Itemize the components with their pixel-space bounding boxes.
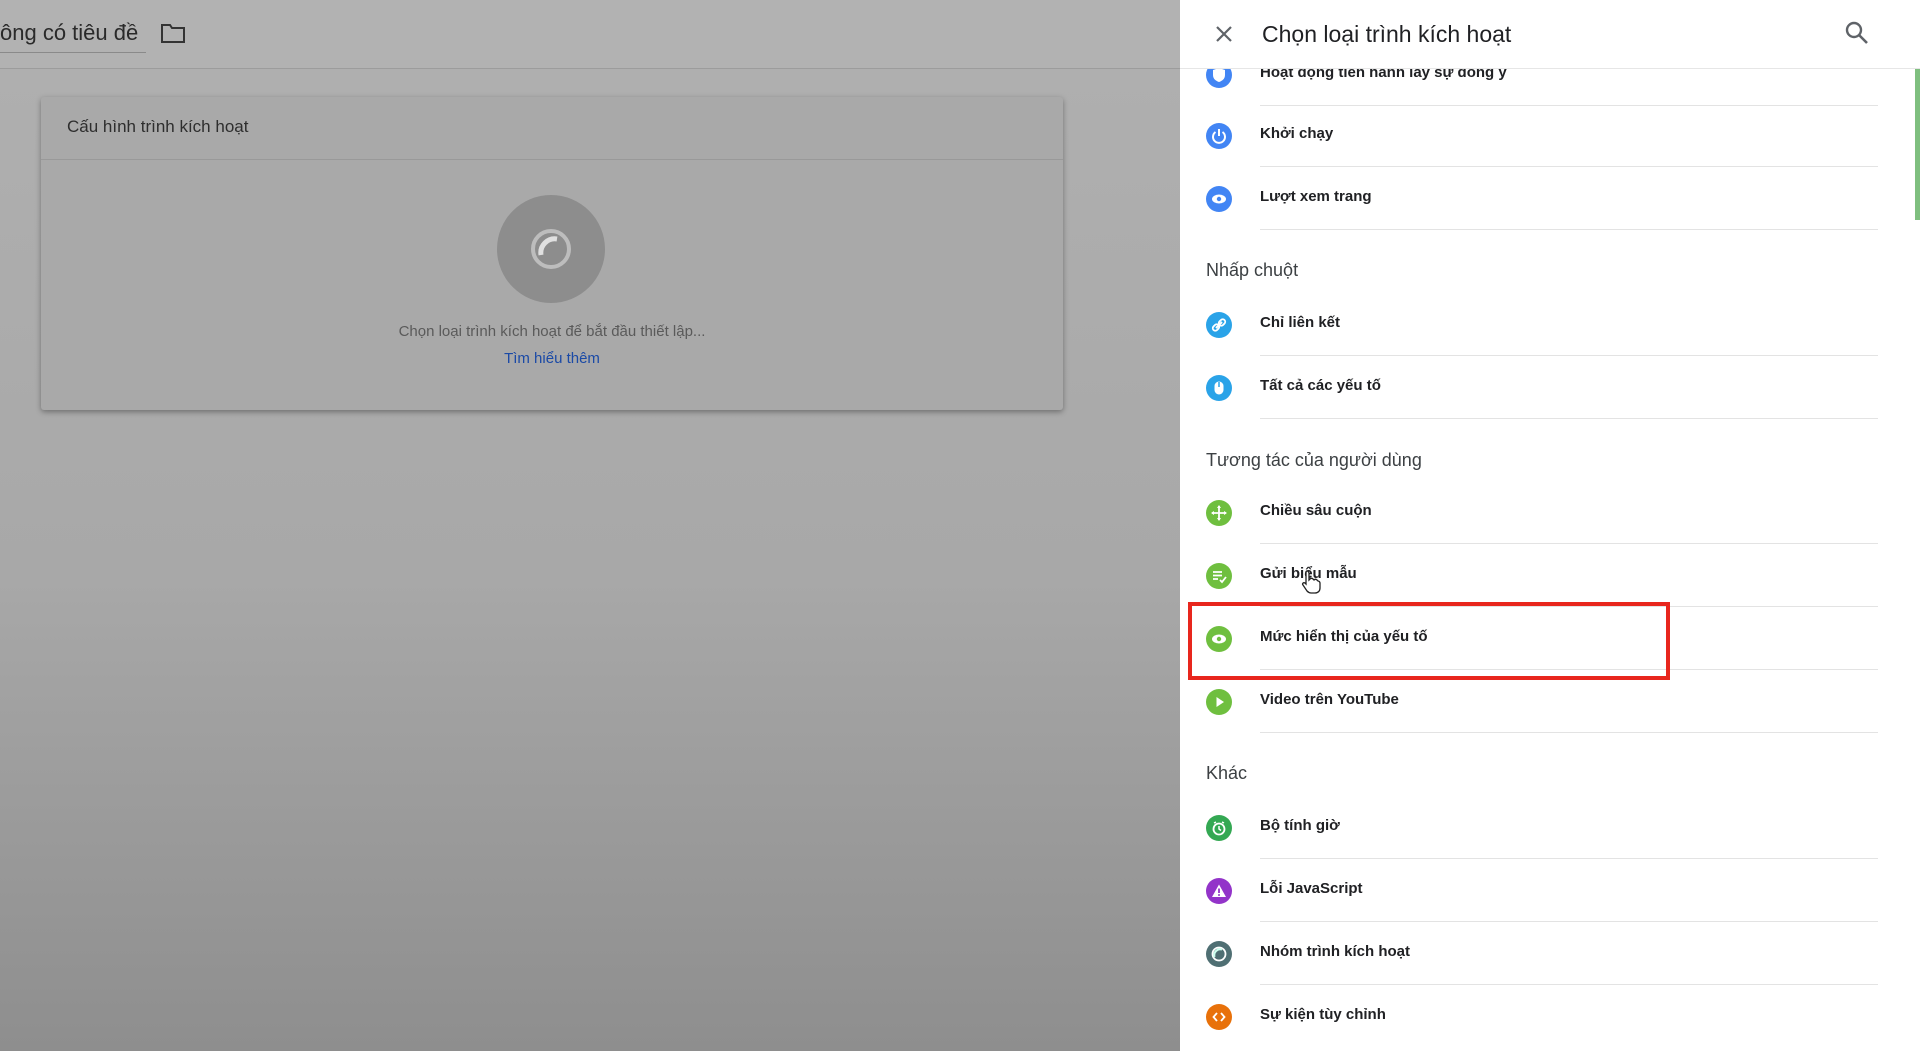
section-user-engagement: Tương tác của người dùng	[1206, 450, 1422, 470]
workspace-overlay: ông có tiêu đề Cấu hình trình kích hoạt …	[0, 0, 1180, 1051]
divider	[1260, 543, 1878, 544]
timer-icon	[1206, 815, 1232, 841]
trigger-item-javascript-error[interactable]: Lỗi JavaScript	[1206, 860, 1878, 922]
workspace-title[interactable]: ông có tiêu đề	[0, 20, 144, 46]
trigger-label: Video trên YouTube	[1260, 691, 1399, 708]
link-icon	[1206, 312, 1232, 338]
divider	[1260, 984, 1878, 985]
divider	[1260, 732, 1878, 733]
trigger-item-just-links[interactable]: Chỉ liên kết	[1206, 294, 1878, 356]
trigger-item-scroll-depth[interactable]: Chiều sâu cuộn	[1206, 482, 1878, 544]
drawer-header: Chọn loại trình kích hoạt	[1180, 0, 1920, 69]
close-icon[interactable]	[1210, 20, 1238, 48]
drawer-title: Chọn loại trình kích hoạt	[1262, 21, 1512, 47]
divider	[1260, 418, 1878, 419]
move-arrows-icon	[1206, 500, 1232, 526]
form-icon	[1206, 563, 1232, 589]
trigger-item-initialization[interactable]: Khởi chạy	[1206, 105, 1878, 167]
trigger-group-icon	[1206, 941, 1232, 967]
section-clicks: Nhấp chuột	[1206, 260, 1299, 280]
trigger-item-all-elements[interactable]: Tất cả các yếu tố	[1206, 357, 1878, 419]
top-bar: ông có tiêu đề	[0, 0, 1180, 69]
folder-icon[interactable]	[160, 22, 186, 44]
trigger-item-youtube-video[interactable]: Video trên YouTube	[1206, 671, 1878, 733]
search-icon[interactable]	[1842, 18, 1872, 48]
highlight-box	[1188, 602, 1670, 680]
trigger-item-page-view[interactable]: Lượt xem trang	[1206, 168, 1878, 230]
trigger-label: Khởi chạy	[1260, 125, 1334, 142]
trigger-label: Chiều sâu cuộn	[1260, 502, 1372, 519]
trigger-config-card[interactable]: Cấu hình trình kích hoạt Chọn loại trình…	[41, 97, 1063, 410]
learn-more-link[interactable]: Tìm hiểu thêm	[41, 350, 1063, 367]
code-icon	[1206, 1004, 1232, 1030]
divider	[1260, 858, 1878, 859]
trigger-item-trigger-group[interactable]: Nhóm trình kích hoạt	[1206, 923, 1878, 985]
divider	[1260, 355, 1878, 356]
trigger-label: Bộ tính giờ	[1260, 817, 1340, 834]
trigger-type-drawer: Chọn loại trình kích hoạt Hoạt động tiến…	[1180, 0, 1920, 1051]
placeholder-hint: Chọn loại trình kích hoạt để bắt đầu thi…	[398, 323, 706, 340]
divider	[1260, 229, 1878, 230]
trigger-label: Nhóm trình kích hoạt	[1260, 943, 1410, 960]
trigger-item-custom-event[interactable]: Sự kiện tùy chỉnh	[1206, 986, 1878, 1048]
power-icon	[1206, 123, 1232, 149]
warning-icon	[1206, 878, 1232, 904]
trigger-placeholder-icon[interactable]	[497, 195, 605, 303]
section-other: Khác	[1206, 763, 1248, 783]
play-icon	[1206, 689, 1232, 715]
eye-icon	[1206, 186, 1232, 212]
title-underline	[0, 52, 146, 53]
trigger-label: Lỗi JavaScript	[1260, 880, 1363, 897]
divider	[1260, 166, 1878, 167]
trigger-label: Sự kiện tùy chỉnh	[1260, 1006, 1386, 1023]
card-header: Cấu hình trình kích hoạt	[41, 97, 1063, 160]
trigger-label: Chỉ liên kết	[1260, 314, 1341, 331]
divider	[1260, 921, 1878, 922]
trigger-item-timer[interactable]: Bộ tính giờ	[1206, 797, 1878, 859]
card-title: Cấu hình trình kích hoạt	[67, 117, 249, 136]
trigger-label: Lượt xem trang	[1260, 188, 1372, 205]
trigger-label: Tất cả các yếu tố	[1260, 377, 1381, 394]
hand-cursor-icon	[1300, 569, 1322, 600]
mouse-icon	[1206, 375, 1232, 401]
